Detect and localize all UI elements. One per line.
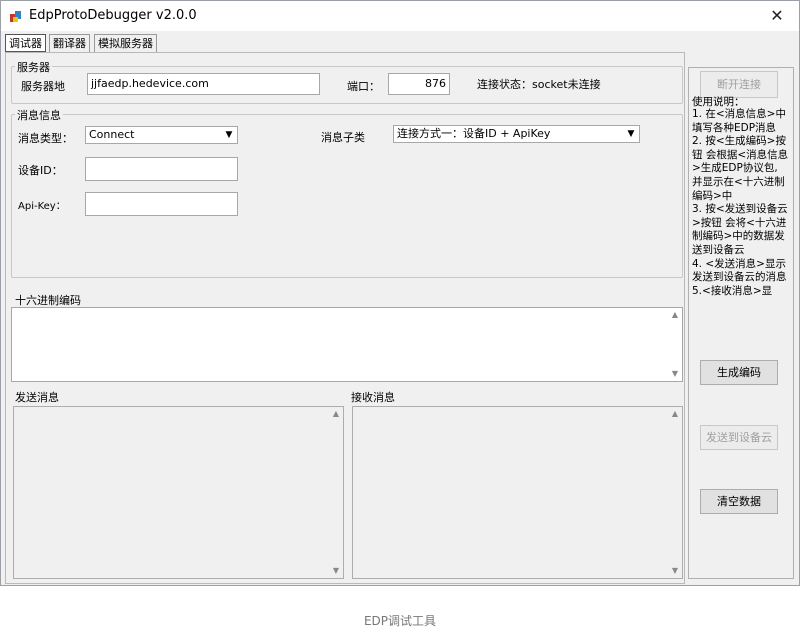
window-title: EdpProtoDebugger v2.0.0: [29, 8, 197, 23]
apikey-label: Api-Key：: [18, 201, 66, 212]
port-label: 端口：: [347, 80, 380, 93]
message-subtype-label: 消息子类: [321, 131, 365, 144]
connection-status: 连接状态：socket未连接: [477, 78, 601, 91]
message-type-select[interactable]: Connect ▼: [85, 126, 238, 144]
tab-translator[interactable]: 翻译器: [49, 34, 90, 52]
generate-button[interactable]: 生成编码: [700, 360, 778, 385]
message-type-label: 消息类型：: [18, 132, 73, 145]
hex-label: 十六进制编码: [15, 294, 81, 307]
tab-debugger[interactable]: 调试器: [5, 34, 46, 52]
message-group-label: 消息信息: [15, 107, 63, 123]
scroll-up-icon[interactable]: ▲: [668, 308, 682, 322]
close-icon[interactable]: ✕: [767, 6, 787, 26]
clear-data-button[interactable]: 清空数据: [700, 489, 778, 514]
message-type-value: Connect: [89, 128, 135, 141]
send-scrollbar[interactable]: ▲ ▼: [329, 407, 343, 578]
help-text: 1. 在<消息信息>中填写各种EDP消息 2. 按<生成编码>按钮 会根据<消息…: [692, 108, 789, 297]
help-title: 使用说明：: [692, 96, 745, 108]
message-subtype-value: 连接方式一：设备ID + ApiKey: [397, 127, 551, 140]
send-textarea[interactable]: ▲ ▼: [13, 406, 344, 579]
scroll-up-icon[interactable]: ▲: [668, 407, 682, 421]
app-window: EdpProtoDebugger v2.0.0 ✕ 调试器 翻译器 模拟服务器 …: [0, 0, 800, 586]
port-input[interactable]: 876: [388, 73, 450, 95]
send-to-cloud-button[interactable]: 发送到设备云: [700, 425, 778, 450]
tab-mock-server[interactable]: 模拟服务器: [94, 34, 157, 52]
server-address-label: 服务器地: [21, 80, 65, 93]
device-id-input[interactable]: [85, 157, 238, 181]
app-icon: [10, 11, 21, 22]
scroll-down-icon[interactable]: ▼: [668, 564, 682, 578]
apikey-input[interactable]: [85, 192, 238, 216]
scroll-up-icon[interactable]: ▲: [329, 407, 343, 421]
send-label: 发送消息: [15, 391, 59, 404]
hex-scrollbar[interactable]: ▲ ▼: [668, 308, 682, 381]
figure-caption: EDP调试工具: [363, 614, 437, 628]
receive-scrollbar[interactable]: ▲ ▼: [668, 407, 682, 578]
server-group-label: 服务器: [15, 59, 52, 75]
scroll-down-icon[interactable]: ▼: [668, 367, 682, 381]
hex-textarea[interactable]: ▲ ▼: [11, 307, 683, 382]
title-bar: EdpProtoDebugger v2.0.0 ✕: [1, 1, 799, 31]
server-address-input[interactable]: jjfaedp.hedevice.com: [87, 73, 320, 95]
scroll-down-icon[interactable]: ▼: [329, 564, 343, 578]
chevron-down-icon: ▼: [627, 129, 635, 139]
device-id-label: 设备ID：: [18, 164, 63, 177]
chevron-down-icon: ▼: [225, 130, 233, 140]
receive-textarea[interactable]: ▲ ▼: [352, 406, 683, 579]
receive-label: 接收消息: [351, 391, 395, 404]
message-subtype-select[interactable]: 连接方式一：设备ID + ApiKey ▼: [393, 125, 640, 143]
